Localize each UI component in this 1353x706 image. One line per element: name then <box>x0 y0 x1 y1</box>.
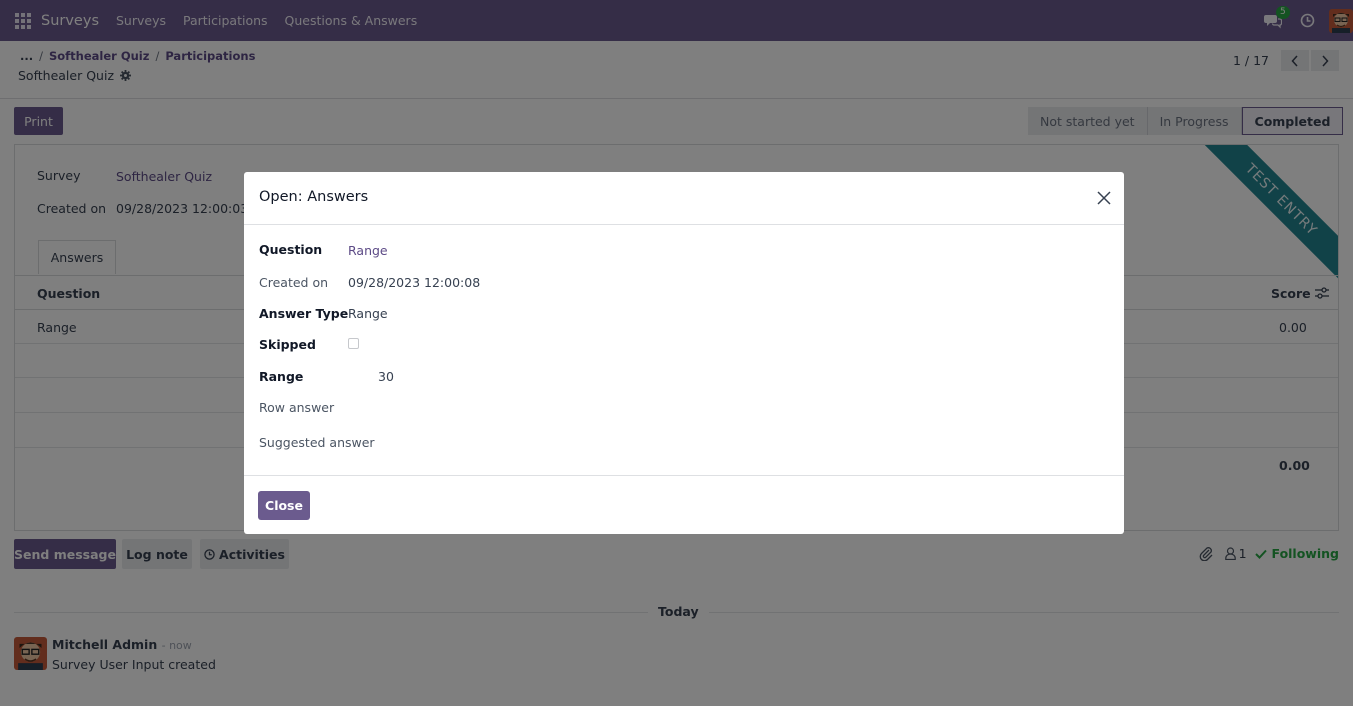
row-answer-label: Row answer <box>259 400 335 415</box>
question-link[interactable]: Range <box>348 243 388 258</box>
dialog-body: Question Range Created on 09/28/2023 12:… <box>244 225 1124 475</box>
skipped-label: Skipped <box>259 337 316 352</box>
question-label: Question <box>259 242 323 257</box>
range-value: 30 <box>378 369 394 384</box>
dialog-header: Open: Answers <box>244 172 1124 225</box>
created-on-value: 09/28/2023 12:00:08 <box>348 275 481 290</box>
answer-type-value: Range <box>348 306 388 321</box>
suggested-answer-label: Suggested answer <box>259 435 375 450</box>
dialog-title: Open: Answers <box>259 189 369 205</box>
dialog-footer: Close <box>244 475 1124 534</box>
range-label: Range <box>259 369 304 384</box>
created-on-label: Created on <box>259 275 329 290</box>
answer-type-label: Answer Type <box>259 306 349 321</box>
skipped-checkbox[interactable] <box>348 338 359 349</box>
close-icon[interactable] <box>1096 190 1112 206</box>
close-button[interactable]: Close <box>258 491 310 520</box>
answers-dialog: Open: Answers Question Range Created on … <box>244 172 1124 534</box>
